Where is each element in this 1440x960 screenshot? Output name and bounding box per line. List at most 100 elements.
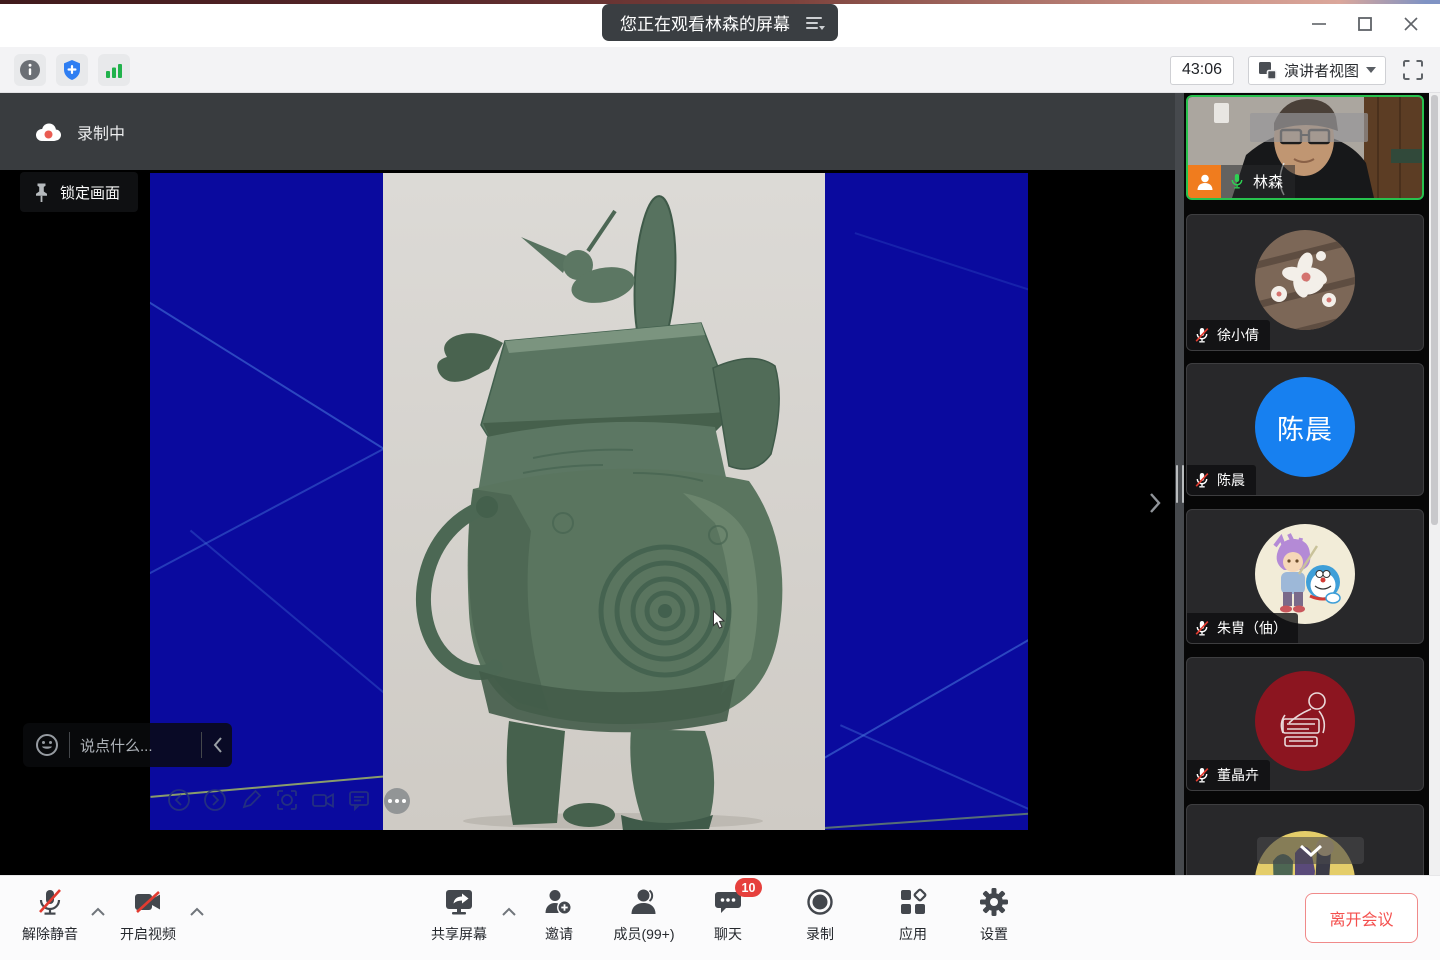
annotation-toolbar xyxy=(167,788,371,812)
avatar: 陈晨 xyxy=(1255,377,1355,477)
divider xyxy=(201,732,202,758)
participant-tile-chenchen[interactable]: 陈晨 陈晨 xyxy=(1186,363,1424,496)
main-region: 录制中 xyxy=(0,93,1440,875)
participant-name: 徐小倩 xyxy=(1217,325,1259,345)
participant-name: 林森 xyxy=(1253,171,1283,192)
watching-banner[interactable]: 您正在观看林森的屏幕 xyxy=(602,4,838,41)
mic-muted-icon xyxy=(1194,472,1210,489)
meeting-info-button[interactable] xyxy=(14,54,46,86)
scroll-down-participants[interactable] xyxy=(1257,837,1364,864)
meeting-controls-bar: 解除静音 开启视频 xyxy=(0,875,1440,960)
meeting-toolbar-top: 43:06 演讲者视图 xyxy=(0,47,1440,93)
settings-label: 设置 xyxy=(980,924,1008,944)
pencil-annotate-icon[interactable] xyxy=(239,788,263,812)
minimize-button[interactable] xyxy=(1296,0,1342,47)
apps-grid-icon xyxy=(898,887,928,917)
timer-value: 43:06 xyxy=(1182,61,1222,79)
pin-icon xyxy=(34,182,49,203)
participant-name-label: 董晶卉 xyxy=(1187,760,1270,790)
avatar xyxy=(1255,671,1355,771)
participant-name: 董晶卉 xyxy=(1217,765,1259,785)
mic-muted-icon xyxy=(1194,767,1210,784)
participant-tile-xuxiaoqian[interactable]: 徐小倩 xyxy=(1186,214,1424,351)
participant-tile-linsen[interactable]: 林森 xyxy=(1186,95,1424,200)
screen-top-edge xyxy=(0,0,1440,4)
members-button[interactable]: 成员(99+) xyxy=(599,887,689,944)
share-screen-icon xyxy=(444,887,474,917)
apps-label: 应用 xyxy=(899,924,927,944)
chat-label: 聊天 xyxy=(714,924,742,944)
speaker-view-icon xyxy=(1258,61,1277,80)
share-options-chevron[interactable] xyxy=(501,906,517,918)
start-video-button[interactable]: 开启视频 xyxy=(104,887,192,944)
screen-share-view: 录制中 xyxy=(0,93,1175,875)
maximize-button[interactable] xyxy=(1342,0,1388,47)
watching-banner-text: 您正在观看林森的屏幕 xyxy=(620,10,790,35)
bronze-vessel-illustration xyxy=(383,173,825,830)
record-label: 录制 xyxy=(806,924,834,944)
start-video-label: 开启视频 xyxy=(120,924,176,944)
lock-screen-button[interactable]: 锁定画面 xyxy=(20,172,138,212)
banner-menu-icon[interactable] xyxy=(804,14,826,32)
unmute-button[interactable]: 解除静音 xyxy=(6,887,94,944)
title-bar: 您正在观看林森的屏幕 xyxy=(0,0,1440,47)
mic-muted-icon xyxy=(1194,327,1210,344)
settings-button[interactable]: 设置 xyxy=(964,887,1024,944)
share-screen-button[interactable]: 共享屏幕 xyxy=(415,887,503,944)
participants-scrollbar[interactable] xyxy=(1429,93,1440,875)
laser-focus-icon[interactable] xyxy=(275,788,299,812)
leave-meeting-button[interactable]: 离开会议 xyxy=(1305,893,1418,943)
video-options-chevron[interactable] xyxy=(189,906,205,918)
apps-button[interactable]: 应用 xyxy=(883,887,943,944)
recording-label: 录制中 xyxy=(77,120,125,144)
chat-button[interactable]: 10 聊天 xyxy=(700,887,756,944)
collapse-left-icon[interactable] xyxy=(212,736,224,754)
meeting-window: 您正在观看林森的屏幕 xyxy=(0,0,1440,960)
participant-tile-dongjinghui[interactable]: 董晶卉 xyxy=(1186,657,1424,791)
quick-chat-input[interactable]: 说点什么... xyxy=(23,723,232,767)
camera-off-icon xyxy=(133,887,163,917)
invite-person-icon xyxy=(544,887,574,917)
share-stage: 锁定画面 说点什么... xyxy=(0,170,1175,875)
chat-unread-badge: 10 xyxy=(735,878,762,897)
chevron-down-icon xyxy=(1366,67,1376,73)
security-button[interactable] xyxy=(56,54,88,86)
participant-tile-zhuzhou[interactable]: 朱胄（伷） xyxy=(1186,509,1424,644)
record-button[interactable]: 录制 xyxy=(790,887,850,944)
close-button[interactable] xyxy=(1388,0,1434,47)
scrollbar-thumb[interactable] xyxy=(1431,95,1438,525)
camera-icon[interactable] xyxy=(311,788,335,812)
unmute-label: 解除静音 xyxy=(22,924,78,944)
fullscreen-icon xyxy=(1400,57,1426,83)
participant-name-label: 陈晨 xyxy=(1187,465,1256,495)
emoji-icon[interactable] xyxy=(35,733,59,757)
bronze-vessel-photo xyxy=(383,173,825,830)
view-mode-select[interactable]: 演讲者视图 xyxy=(1248,56,1386,85)
network-signal-icon xyxy=(103,59,125,81)
avatar xyxy=(1255,230,1355,330)
record-icon xyxy=(805,887,835,917)
more-tools-button[interactable] xyxy=(384,788,410,814)
comment-icon[interactable] xyxy=(347,788,371,812)
panel-resize-handle[interactable] xyxy=(1175,93,1184,875)
mic-on-icon xyxy=(1229,173,1245,190)
members-label: 成员(99+) xyxy=(613,924,674,944)
previous-slide-icon[interactable] xyxy=(167,788,191,812)
participant-tile-partial[interactable] xyxy=(1186,804,1424,875)
participant-name: 朱胄（伷） xyxy=(1217,618,1287,638)
recording-indicator: 录制中 xyxy=(0,93,1175,170)
window-controls xyxy=(1296,0,1434,47)
network-quality-button[interactable] xyxy=(98,54,130,86)
presentation-slide xyxy=(150,173,1028,830)
fullscreen-button[interactable] xyxy=(1400,57,1426,83)
expand-panel-arrow[interactable] xyxy=(1144,488,1166,518)
info-icon xyxy=(19,59,41,81)
participant-name: 陈晨 xyxy=(1217,470,1245,490)
next-slide-icon[interactable] xyxy=(203,788,227,812)
invite-button[interactable]: 邀请 xyxy=(529,887,589,944)
mic-muted-icon xyxy=(35,887,65,917)
chat-placeholder[interactable]: 说点什么... xyxy=(80,735,191,756)
participant-name-label: 朱胄（伷） xyxy=(1187,613,1298,643)
avatar-initials: 陈晨 xyxy=(1255,377,1355,477)
invite-label: 邀请 xyxy=(545,924,573,944)
